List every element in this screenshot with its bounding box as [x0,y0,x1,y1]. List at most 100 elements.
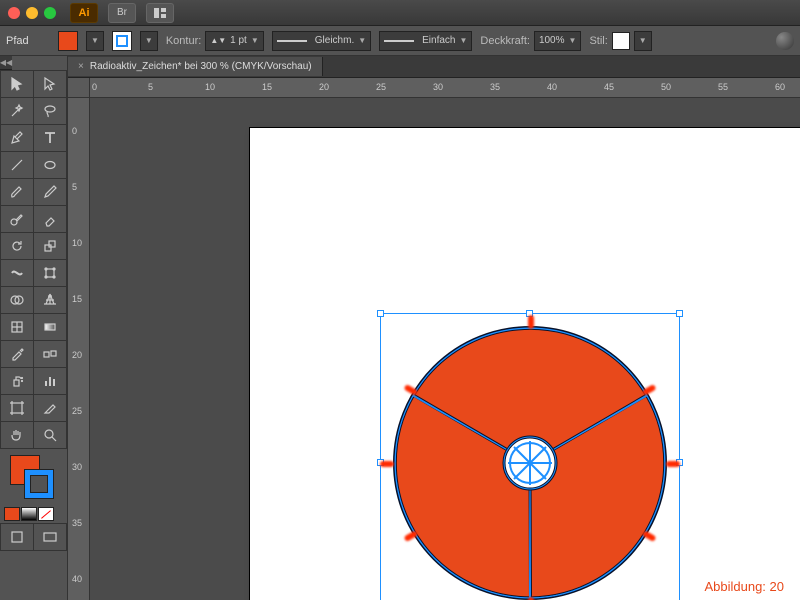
document-tab-title: Radioaktiv_Zeichen* bei 300 % (CMYK/Vors… [90,61,312,72]
ruler-tick: 0 [72,126,77,136]
ruler-tick: 20 [319,82,329,92]
style-label: Stil: [589,35,607,47]
color-mode-gradient[interactable] [21,507,37,521]
anchor-highlight [528,315,534,329]
change-screen-mode[interactable] [34,524,66,550]
gradient-tool[interactable] [34,314,66,340]
blob-brush-tool[interactable] [1,206,33,232]
color-mode-solid[interactable] [4,507,20,521]
fill-stroke-indicator[interactable] [0,449,67,505]
selection-bounding-box[interactable] [380,313,680,600]
ruler-tick: 60 [775,82,785,92]
active-stroke-swatch[interactable] [24,469,54,499]
line-tool[interactable] [1,152,33,178]
fill-dropdown[interactable]: ▼ [86,31,104,51]
canvas[interactable]: Abbildung: 20 [90,98,800,600]
workspace: ◀◀ [0,56,800,600]
app-icon: Ai [70,3,98,23]
magic-wand-tool[interactable] [1,98,33,124]
ruler-tick: 5 [148,82,153,92]
type-tool[interactable] [34,125,66,151]
window-minimize-button[interactable] [26,7,38,19]
anchor-highlight [380,461,394,467]
ruler-tick: 35 [490,82,500,92]
color-mode-none[interactable] [38,507,54,521]
bridge-button[interactable]: Br [108,3,136,23]
ruler-tick: 40 [72,574,82,584]
ruler-tick: 30 [72,462,82,472]
ruler-tick: 15 [72,294,82,304]
eraser-tool[interactable] [34,206,66,232]
ellipse-tool[interactable] [34,152,66,178]
direct-selection-tool[interactable] [34,71,66,97]
window-zoom-button[interactable] [44,7,56,19]
bbox-handle[interactable] [676,310,683,317]
free-transform-tool[interactable] [34,260,66,286]
tools-panel: ◀◀ [0,56,68,600]
document-tab[interactable]: × Radioaktiv_Zeichen* bei 300 % (CMYK/Vo… [68,57,323,76]
rotate-tool[interactable] [1,233,33,259]
zoom-tool[interactable] [34,422,66,448]
ruler-tick: 30 [433,82,443,92]
stroke-dropdown[interactable]: ▼ [140,31,158,51]
graphic-style-dropdown[interactable]: ▼ [634,31,652,51]
bbox-handle[interactable] [377,310,384,317]
selection-tool[interactable] [1,71,33,97]
color-mode-row [0,505,67,523]
width-tool[interactable] [1,260,33,286]
stroke-swatch[interactable] [112,31,132,51]
panel-collapse-button[interactable]: ◀◀ [0,56,12,70]
paintbrush-tool[interactable] [1,179,33,205]
anchor-highlight [666,461,680,467]
pencil-tool[interactable] [34,179,66,205]
ruler-tick: 25 [376,82,386,92]
ruler-tick: 45 [604,82,614,92]
screen-mode-normal[interactable] [1,524,33,550]
pen-tool[interactable] [1,125,33,151]
brush-definition-dropdown[interactable]: Einfach▼ [379,31,472,51]
control-bar: Pfad ▼ ▼ Kontur: ▲▼1 pt▼ Gleichm.▼ Einfa… [0,26,800,56]
ruler-tick: 50 [661,82,671,92]
ruler-tick: 15 [262,82,272,92]
stroke-weight-value: 1 pt [230,35,247,46]
ruler-tick: 10 [205,82,215,92]
vertical-ruler[interactable]: 0 5 10 15 20 25 30 35 40 [68,98,90,600]
mesh-tool[interactable] [1,314,33,340]
close-tab-icon[interactable]: × [78,61,84,72]
variable-width-profile-dropdown[interactable]: Gleichm.▼ [272,31,371,51]
opacity-input[interactable]: 100%▼ [534,31,582,51]
selected-artwork[interactable] [380,313,680,600]
document-tab-bar: × Radioaktiv_Zeichen* bei 300 % (CMYK/Vo… [68,56,800,78]
graphic-style-swatch[interactable] [612,32,630,50]
ruler-tick: 35 [72,518,82,528]
stroke-weight-stepper[interactable]: ▲▼1 pt▼ [205,31,263,51]
window-titlebar: Ai Br [0,0,800,26]
slice-tool[interactable] [34,395,66,421]
fill-swatch[interactable] [58,31,78,51]
arrange-documents-button[interactable] [146,3,174,23]
ruler-tick: 25 [72,406,82,416]
hand-tool[interactable] [1,422,33,448]
ruler-tick: 5 [72,182,77,192]
symbol-sprayer-tool[interactable] [1,368,33,394]
artboard-tool[interactable] [1,395,33,421]
document-setup-icon[interactable] [776,32,794,50]
lasso-tool[interactable] [34,98,66,124]
scale-tool[interactable] [34,233,66,259]
window-close-button[interactable] [8,7,20,19]
ruler-tick: 0 [92,82,97,92]
figure-caption: Abbildung: 20 [700,579,788,594]
selection-type-label: Pfad [6,35,50,47]
shape-builder-tool[interactable] [1,287,33,313]
toolbox [0,70,67,449]
ruler-tick: 40 [547,82,557,92]
eyedropper-tool[interactable] [1,341,33,367]
opacity-label: Deckkraft: [480,35,530,47]
ruler-tick: 10 [72,238,82,248]
blend-tool[interactable] [34,341,66,367]
horizontal-ruler[interactable]: 0 5 10 15 20 25 30 35 40 45 50 55 60 [90,78,800,98]
ruler-origin[interactable] [68,78,90,98]
column-graph-tool[interactable] [34,368,66,394]
perspective-grid-tool[interactable] [34,287,66,313]
ruler-tick: 20 [72,350,82,360]
